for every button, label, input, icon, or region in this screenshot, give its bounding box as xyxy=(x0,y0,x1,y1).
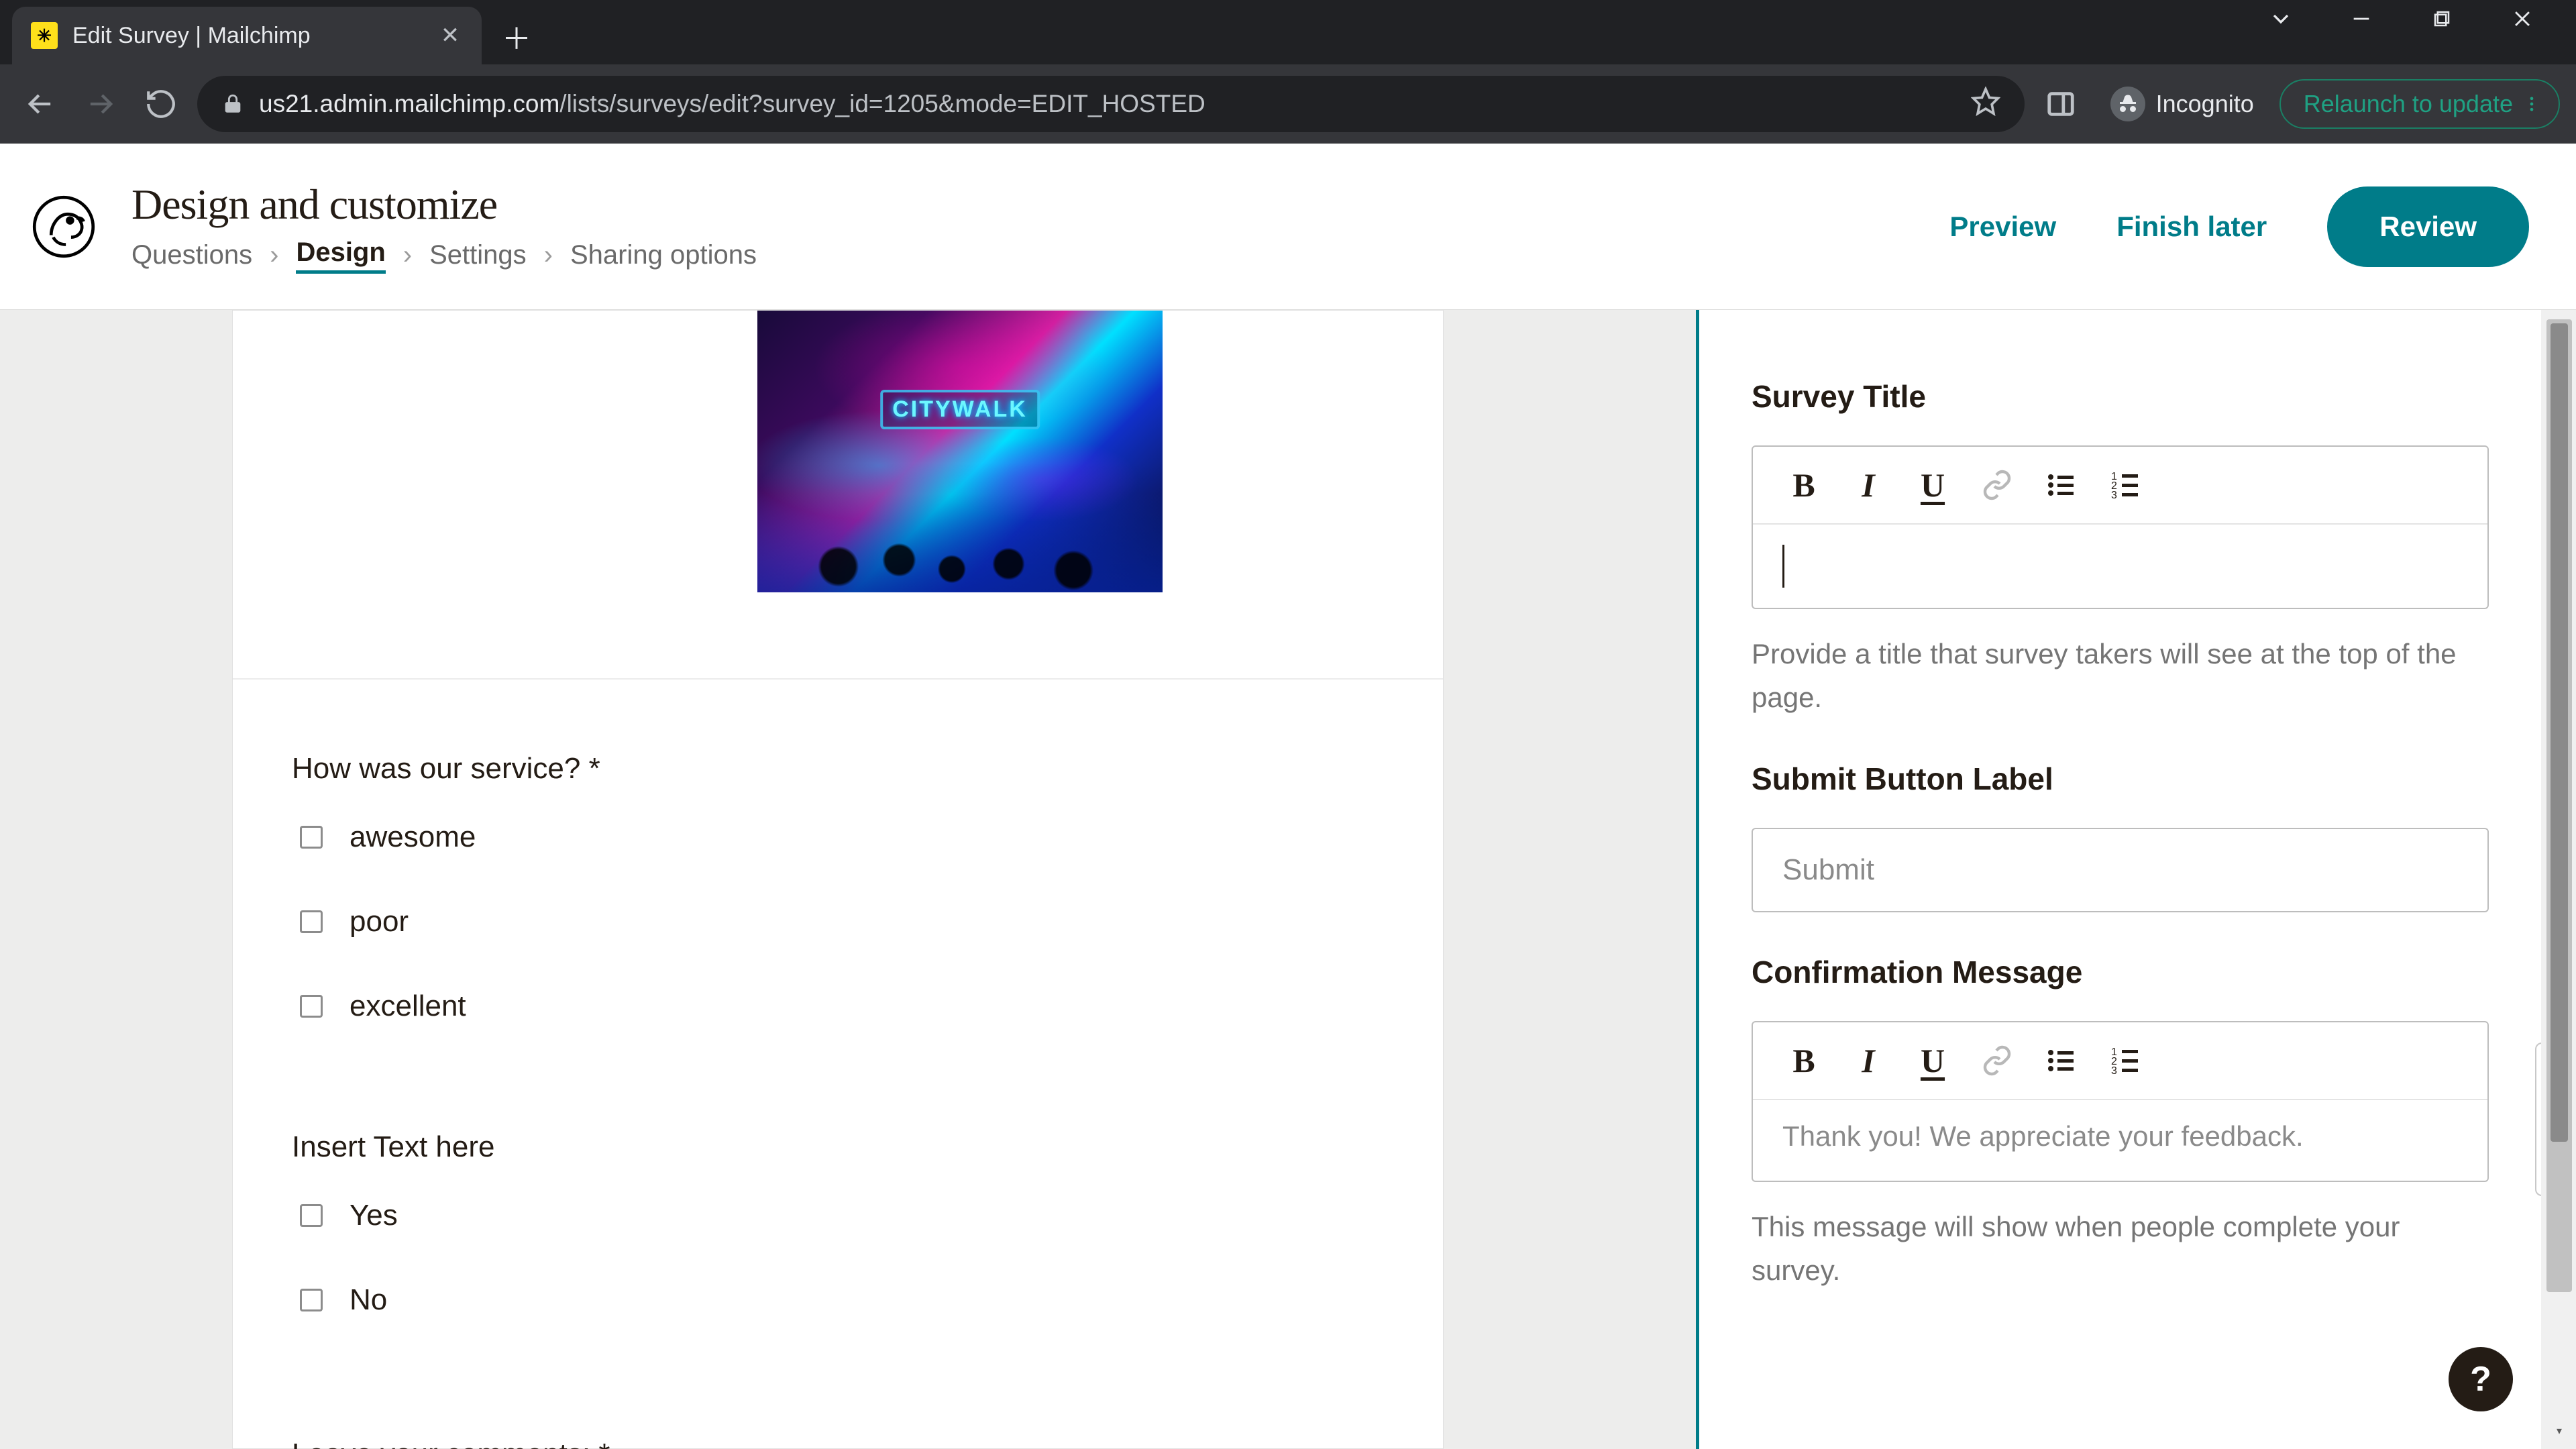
chevron-right-icon: › xyxy=(544,240,553,270)
checkbox[interactable] xyxy=(300,1289,323,1311)
bookmark-star-icon[interactable] xyxy=(1971,87,2000,122)
survey-hero-image[interactable]: CITYWALK xyxy=(757,311,1163,592)
address-bar[interactable]: us21.admin.mailchimp.com/lists/surveys/e… xyxy=(197,76,2025,132)
incognito-indicator[interactable]: Incognito xyxy=(2100,80,2265,128)
url-text: us21.admin.mailchimp.com/lists/surveys/e… xyxy=(259,90,1205,118)
question-3-label: Leave your comments: * xyxy=(292,1438,1384,1449)
confirmation-editor[interactable]: B I U 123 Thank you! We appreciat xyxy=(1752,1021,2489,1182)
submit-button-label-label: Submit Button Label xyxy=(1752,761,2489,797)
text-caret xyxy=(1782,545,1784,588)
bullet-list-button[interactable] xyxy=(2043,466,2080,504)
option-label: excellent xyxy=(350,989,466,1023)
nav-reload-button[interactable] xyxy=(137,80,185,128)
survey-title-input[interactable] xyxy=(1753,525,2487,608)
option-label: awesome xyxy=(350,820,476,854)
question-2-label: Insert Text here xyxy=(292,1130,1384,1164)
italic-button[interactable]: I xyxy=(1849,466,1887,504)
help-fab[interactable]: ? xyxy=(2449,1347,2513,1411)
underline-button[interactable]: U xyxy=(1914,1042,1951,1079)
relaunch-to-update-button[interactable]: Relaunch to update xyxy=(2279,79,2560,129)
mailchimp-favicon: ✳ xyxy=(31,22,58,49)
new-tab-button[interactable]: ＋ xyxy=(496,16,537,56)
checkbox[interactable] xyxy=(300,826,323,849)
italic-button[interactable]: I xyxy=(1849,1042,1887,1079)
mailchimp-logo[interactable] xyxy=(27,190,101,264)
finish-later-button[interactable]: Finish later xyxy=(2116,211,2267,243)
link-button[interactable] xyxy=(1978,1042,2016,1079)
submit-button-label-input[interactable]: Submit xyxy=(1752,828,2489,912)
window-maximize-button[interactable] xyxy=(2402,0,2482,38)
kebab-menu-icon xyxy=(2522,95,2541,113)
link-button[interactable] xyxy=(1978,466,2016,504)
survey-card[interactable]: CITYWALK How was our service? * awesome xyxy=(232,310,1444,1449)
tab-search-button[interactable] xyxy=(2241,0,2321,38)
bullet-list-button[interactable] xyxy=(2043,1042,2080,1079)
scroll-thumb-inner[interactable] xyxy=(2551,323,2568,1142)
submit-placeholder: Submit xyxy=(1782,853,1874,887)
confirmation-message-label: Confirmation Message xyxy=(1752,954,2489,990)
q1-option-excellent[interactable]: excellent xyxy=(292,989,1384,1023)
confirmation-help: This message will show when people compl… xyxy=(1752,1205,2489,1292)
q1-option-awesome[interactable]: awesome xyxy=(292,820,1384,854)
checkbox[interactable] xyxy=(300,995,323,1018)
checkbox[interactable] xyxy=(300,1204,323,1227)
chevron-right-icon: › xyxy=(403,240,412,270)
divider xyxy=(233,678,1443,680)
chevron-right-icon: › xyxy=(270,240,278,270)
preview-button[interactable]: Preview xyxy=(1949,211,2056,243)
checkbox[interactable] xyxy=(300,910,323,933)
scroll-down-arrow-icon[interactable]: ▾ xyxy=(2546,1418,2572,1444)
q2-option-yes[interactable]: Yes xyxy=(292,1199,1384,1232)
rte-toolbar: B I U 123 xyxy=(1753,447,2487,525)
image-crowd-overlay xyxy=(757,463,1163,592)
bold-button[interactable]: B xyxy=(1785,466,1823,504)
question-3[interactable]: Leave your comments: * xyxy=(292,1438,1384,1449)
question-1-label: How was our service? * xyxy=(292,752,1384,786)
survey-title-help: Provide a title that survey takers will … xyxy=(1752,632,2489,719)
option-label: poor xyxy=(350,905,409,938)
relaunch-label: Relaunch to update xyxy=(2304,90,2513,118)
design-side-panel: Survey Title B I U 123 xyxy=(1696,310,2541,1449)
question-2[interactable]: Insert Text here Yes No xyxy=(292,1130,1384,1317)
nav-forward-button[interactable] xyxy=(76,80,125,128)
numbered-list-button[interactable]: 123 xyxy=(2107,1042,2145,1079)
window-minimize-button[interactable] xyxy=(2321,0,2402,38)
numbered-list-button[interactable]: 123 xyxy=(2107,466,2145,504)
crumb-questions[interactable]: Questions xyxy=(131,240,252,270)
crumb-design[interactable]: Design xyxy=(296,237,385,274)
bold-button[interactable]: B xyxy=(1785,1042,1823,1079)
browser-tab[interactable]: ✳ Edit Survey | Mailchimp ✕ xyxy=(12,7,482,64)
vertical-scrollbar[interactable]: ▾ xyxy=(2541,310,2576,1449)
side-panel-toggle-icon[interactable] xyxy=(2037,80,2085,128)
survey-title-editor[interactable]: B I U 123 xyxy=(1752,445,2489,609)
incognito-icon xyxy=(2110,87,2145,121)
tab-title: Edit Survey | Mailchimp xyxy=(72,23,423,49)
breadcrumb: Questions › Design › Settings › Sharing … xyxy=(131,237,757,274)
review-button[interactable]: Review xyxy=(2327,186,2529,267)
svg-text:3: 3 xyxy=(2111,1065,2117,1077)
svg-text:3: 3 xyxy=(2111,490,2117,501)
app-header: Design and customize Questions › Design … xyxy=(0,144,2576,310)
underline-button[interactable]: U xyxy=(1914,466,1951,504)
lock-icon xyxy=(221,93,244,115)
q1-option-poor[interactable]: poor xyxy=(292,905,1384,938)
nav-back-button[interactable] xyxy=(16,80,64,128)
page-title: Design and customize xyxy=(131,180,757,229)
option-label: No xyxy=(350,1283,387,1317)
tab-close-button[interactable]: ✕ xyxy=(437,23,463,48)
option-label: Yes xyxy=(350,1199,398,1232)
survey-title-label: Survey Title xyxy=(1752,378,2489,415)
incognito-label: Incognito xyxy=(2156,90,2254,118)
rte-toolbar: B I U 123 xyxy=(1753,1022,2487,1100)
q2-option-no[interactable]: No xyxy=(292,1283,1384,1317)
window-close-button[interactable] xyxy=(2482,0,2563,38)
crumb-settings[interactable]: Settings xyxy=(429,240,527,270)
question-1[interactable]: How was our service? * awesome poor xyxy=(292,752,1384,1023)
crumb-sharing-options[interactable]: Sharing options xyxy=(570,240,757,270)
image-sign-text: CITYWALK xyxy=(880,390,1040,429)
confirmation-message-input[interactable]: Thank you! We appreciate your feedback. xyxy=(1753,1100,2487,1181)
